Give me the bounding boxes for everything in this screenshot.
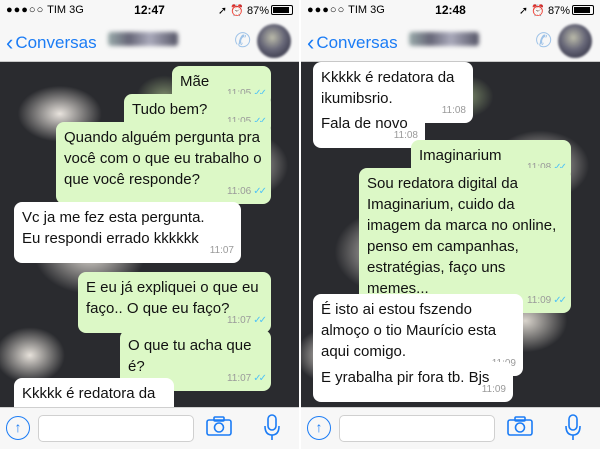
chat-header: ‹ Conversas ✆ [301, 20, 600, 62]
message-bubble[interactable]: Quando alguém pergunta pra você com o qu… [56, 122, 271, 204]
battery-icon [271, 5, 293, 15]
alarm-icon: ⏰ [230, 5, 244, 17]
message-time: 11:07 [226, 373, 252, 384]
message-time: 11:07 [226, 315, 252, 326]
message-bubble[interactable]: Kkkkk é redatora da ikumibsrio. [14, 378, 174, 407]
message-bubble[interactable]: E yrabalha pir fora tb. Bjs 11:09 [313, 362, 513, 402]
back-button[interactable]: ‹ Conversas [307, 30, 398, 56]
message-bubble[interactable]: Fala de novo 11:08 [313, 108, 425, 148]
camera-icon[interactable] [206, 416, 232, 436]
chat-header: ‹ Conversas ✆ [0, 20, 299, 62]
read-ticks-icon: ✓✓ [253, 315, 267, 326]
screen-right: ●●●○○ TIM 3G 12:48 ➚ ⏰ 87% ‹ Conversas ✆ … [301, 0, 600, 449]
contact-name-blurred[interactable] [409, 32, 479, 46]
message-text: Vc ja me fez esta pergunta. Eu respondi … [22, 209, 205, 247]
battery-percent: 87% [547, 5, 570, 17]
message-time: 11:09 [481, 384, 506, 395]
back-label: Conversas [316, 33, 398, 52]
microphone-icon[interactable] [565, 414, 581, 442]
back-button[interactable]: ‹ Conversas [6, 30, 97, 56]
message-list: Kkkkk é redatora da ikumibsrio. 11:08 Fa… [301, 62, 600, 407]
message-text: É isto ai estou fszendo almoço o tio Mau… [321, 301, 497, 360]
phone-icon[interactable]: ✆ [234, 28, 251, 53]
read-ticks-icon: ✓✓ [553, 295, 567, 306]
message-time: 11:08 [441, 105, 466, 116]
message-text: E yrabalha pir fora tb. Bjs [321, 369, 490, 386]
message-input[interactable] [339, 415, 495, 442]
status-bar: ●●●○○ TIM 3G 12:48 ➚ ⏰ 87% [301, 0, 600, 20]
message-list: Mãe 11:05✓✓ Tudo bem? 11:05✓✓ Quando alg… [0, 62, 299, 407]
status-bar: ●●●○○ TIM 3G 12:47 ➚ ⏰ 87% [0, 0, 299, 20]
message-text: Sou redatora digital da Imaginarium, cui… [367, 175, 557, 297]
contact-name-blurred[interactable] [108, 32, 178, 46]
back-label: Conversas [15, 33, 97, 52]
upload-icon[interactable]: ↑ [6, 416, 30, 440]
message-bubble[interactable]: Sou redatora digital da Imaginarium, cui… [359, 168, 571, 313]
read-ticks-icon: ✓✓ [253, 186, 267, 197]
alarm-icon: ⏰ [531, 5, 545, 17]
message-bubble[interactable]: E eu já expliquei o que eu faço.. O que … [78, 272, 271, 333]
location-icon: ➚ [518, 5, 529, 17]
read-ticks-icon: ✓✓ [253, 373, 267, 384]
chevron-left-icon: ‹ [307, 30, 315, 55]
message-time: 11:09 [526, 295, 552, 306]
avatar[interactable] [257, 24, 291, 58]
message-time: 11:06 [226, 186, 252, 197]
camera-icon[interactable] [507, 416, 533, 436]
battery-percent: 87% [246, 5, 269, 17]
composer-bar: ↑ [301, 407, 600, 449]
composer-bar: ↑ [0, 407, 299, 449]
avatar[interactable] [558, 24, 592, 58]
message-time: 11:07 [209, 245, 234, 256]
upload-icon[interactable]: ↑ [307, 416, 331, 440]
message-input[interactable] [38, 415, 194, 442]
battery-icon [572, 5, 594, 15]
message-time: 11:08 [393, 130, 418, 141]
location-icon: ➚ [217, 5, 228, 17]
message-text: Kkkkk é redatora da ikumibsrio. [22, 385, 156, 407]
screen-left: ●●●○○ TIM 3G 12:47 ➚ ⏰ 87% ‹ Conversas ✆ … [0, 0, 299, 449]
phone-icon[interactable]: ✆ [535, 28, 552, 53]
message-bubble[interactable]: Vc ja me fez esta pergunta. Eu respondi … [14, 202, 241, 263]
chevron-left-icon: ‹ [6, 30, 14, 55]
microphone-icon[interactable] [264, 414, 280, 442]
